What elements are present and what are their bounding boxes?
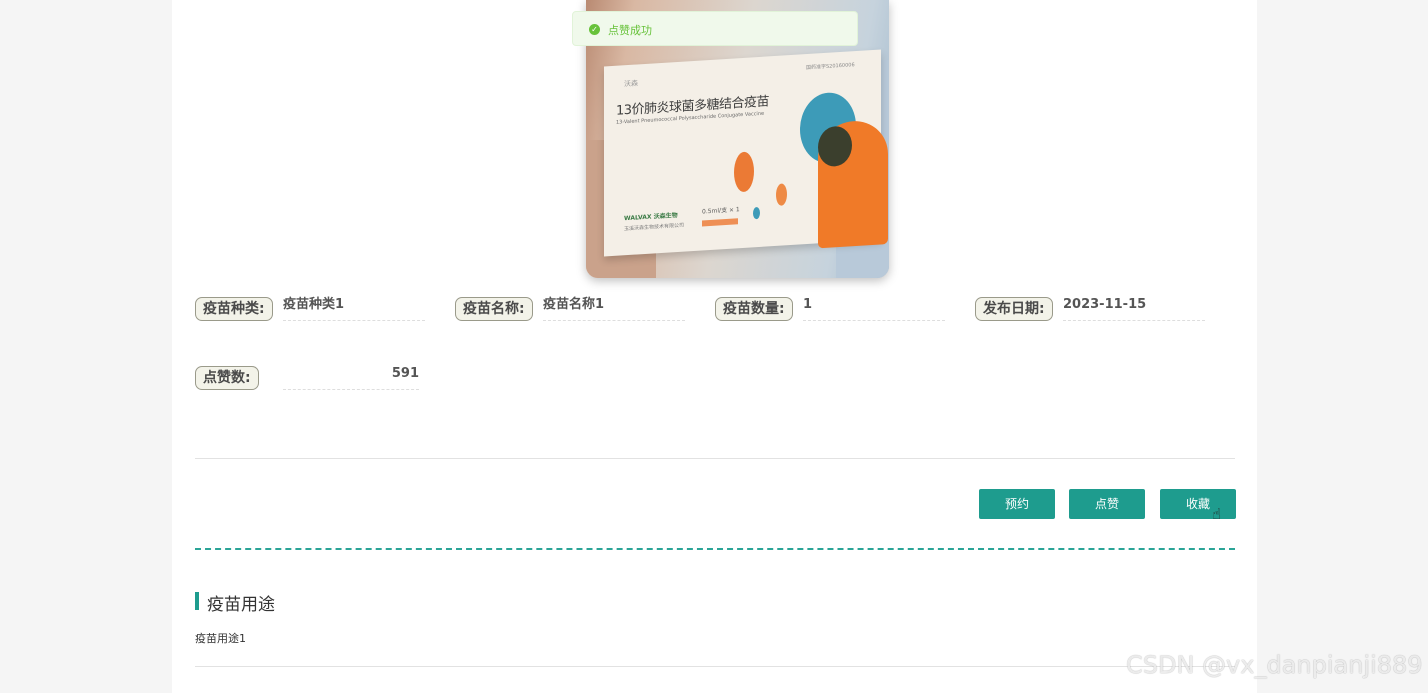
publish-date-value: 2023-11-15	[1063, 297, 1205, 321]
bottom-divider	[195, 666, 1235, 667]
box-circle-blue-small	[753, 206, 760, 220]
check-circle-icon: ✓	[589, 24, 600, 35]
dashed-divider	[195, 548, 1235, 550]
pointer-cursor-icon: ☝	[1212, 505, 1222, 523]
vaccine-name-value: 疫苗名称1	[543, 297, 685, 321]
likes-count-label: 点赞数:	[195, 366, 259, 390]
box-dose: 0.5ml/支 × 1	[702, 206, 740, 216]
section-accent-bar	[195, 592, 199, 610]
toast-message: 点赞成功	[608, 24, 652, 37]
box-circle-orange-small	[776, 183, 787, 206]
field-vaccine-name: 疫苗名称: 疫苗名称1	[455, 297, 685, 325]
divider	[195, 458, 1235, 459]
vaccine-type-label: 疫苗种类:	[195, 297, 273, 321]
box-approval-number: 国药准字S20160006	[806, 62, 855, 72]
favorite-button[interactable]: 收藏	[1160, 489, 1236, 519]
reserve-button[interactable]: 预约	[979, 489, 1055, 519]
vaccine-quantity-value: 1	[803, 297, 945, 321]
section-title: 疫苗用途	[207, 595, 275, 615]
likes-count-value: 591	[283, 366, 419, 390]
watermark: CSDN @vx_danpianji889	[1126, 651, 1423, 679]
vaccine-type-value: 疫苗种类1	[283, 297, 425, 321]
box-logo: 沃森	[624, 79, 638, 89]
field-publish-date: 发布日期: 2023-11-15	[975, 297, 1205, 325]
success-toast: ✓ 点赞成功	[572, 11, 858, 46]
box-badge	[702, 218, 738, 227]
vaccine-quantity-label: 疫苗数量:	[715, 297, 793, 321]
publish-date-label: 发布日期:	[975, 297, 1053, 321]
box-maker: 玉溪沃森生物技术有限公司	[624, 222, 685, 233]
vaccine-box: 沃森 国药准字S20160006 13价肺炎球菌多糖结合疫苗 13-Valent…	[604, 49, 888, 257]
box-circle-orange-mid	[734, 151, 754, 193]
vaccine-name-label: 疫苗名称:	[455, 297, 533, 321]
field-vaccine-type: 疫苗种类: 疫苗种类1	[195, 297, 425, 325]
field-likes-count: 点赞数: 591	[195, 366, 425, 394]
box-brand: WALVAX 沃森生物	[624, 211, 678, 223]
field-vaccine-quantity: 疫苗数量: 1	[715, 297, 945, 325]
like-button[interactable]: 点赞	[1069, 489, 1145, 519]
section-content: 疫苗用途1	[195, 632, 246, 645]
